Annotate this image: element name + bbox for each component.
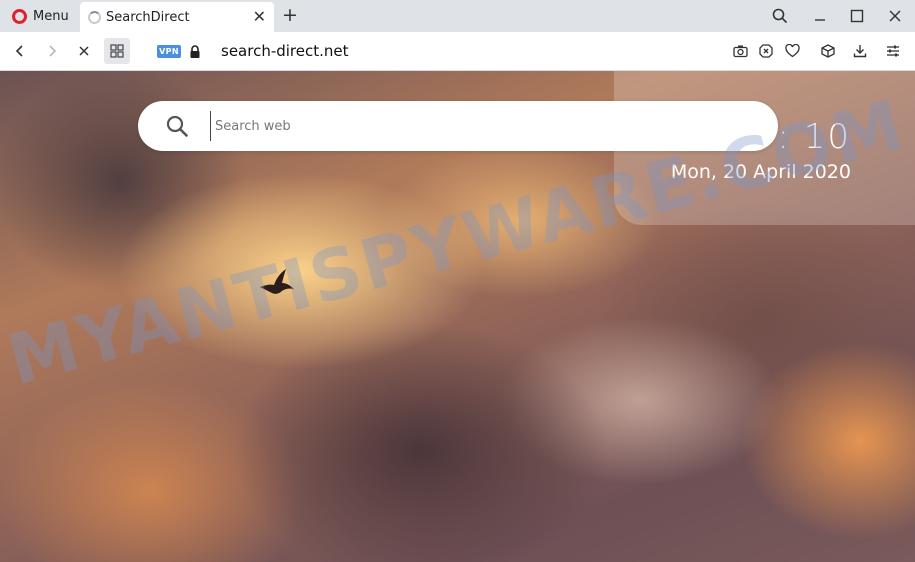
speed-dial-button[interactable] xyxy=(104,38,130,64)
search-input[interactable] xyxy=(210,111,778,141)
plus-icon: + xyxy=(282,4,298,26)
stop-button[interactable] xyxy=(72,39,96,63)
clock-date: Mon, 20 April 2020 xyxy=(670,161,851,183)
minimize-button[interactable] xyxy=(808,5,832,27)
tab-strip: Menu SearchDirect ✕ + xyxy=(0,0,915,32)
search-button[interactable] xyxy=(138,115,210,137)
forward-button[interactable] xyxy=(40,39,64,63)
search-tabs-button[interactable] xyxy=(768,5,792,27)
downloads-button[interactable] xyxy=(848,39,872,63)
new-tab-button[interactable]: + xyxy=(282,4,298,26)
settings-sliders-icon xyxy=(887,45,899,57)
page-background: 7 : 10 Mon, 20 April 2020 MYANTISPYWARE.… xyxy=(0,71,915,562)
cube-icon xyxy=(821,44,835,58)
bookmark-button[interactable] xyxy=(780,39,804,63)
vpn-badge[interactable]: VPN xyxy=(157,45,181,58)
search-icon xyxy=(166,115,188,137)
secure-lock-icon[interactable] xyxy=(189,44,201,63)
menu-label: Menu xyxy=(33,8,69,24)
opera-menu-button[interactable]: Menu xyxy=(6,4,75,28)
search-box[interactable] xyxy=(138,101,778,151)
maximize-button[interactable] xyxy=(845,5,869,27)
adblock-button[interactable] xyxy=(754,39,778,63)
heart-icon xyxy=(784,44,800,58)
back-button[interactable] xyxy=(8,39,32,63)
address-toolbar: VPN search-direct.net xyxy=(0,32,915,71)
stop-icon xyxy=(79,46,89,56)
loading-spinner-icon xyxy=(88,10,101,24)
forward-icon xyxy=(49,45,57,57)
maximize-icon xyxy=(850,9,864,23)
speed-dial-icon xyxy=(110,44,124,58)
address-url[interactable]: search-direct.net xyxy=(221,42,349,60)
adblock-icon xyxy=(759,44,773,58)
opera-logo-icon xyxy=(12,8,27,24)
tab-close-icon[interactable]: ✕ xyxy=(253,9,266,25)
back-icon xyxy=(15,45,23,57)
close-window-button[interactable] xyxy=(883,5,907,27)
close-icon xyxy=(889,10,901,22)
download-icon xyxy=(853,45,867,58)
camera-icon xyxy=(732,45,748,58)
tab-searchdirect[interactable]: SearchDirect ✕ xyxy=(80,2,274,32)
snapshot-button[interactable] xyxy=(728,39,752,63)
minimize-icon xyxy=(815,19,825,21)
tab-title: SearchDirect xyxy=(106,9,190,25)
extensions-button[interactable] xyxy=(816,39,840,63)
bird-silhouette xyxy=(260,269,294,294)
easy-setup-button[interactable] xyxy=(881,39,905,63)
search-icon xyxy=(772,8,788,24)
